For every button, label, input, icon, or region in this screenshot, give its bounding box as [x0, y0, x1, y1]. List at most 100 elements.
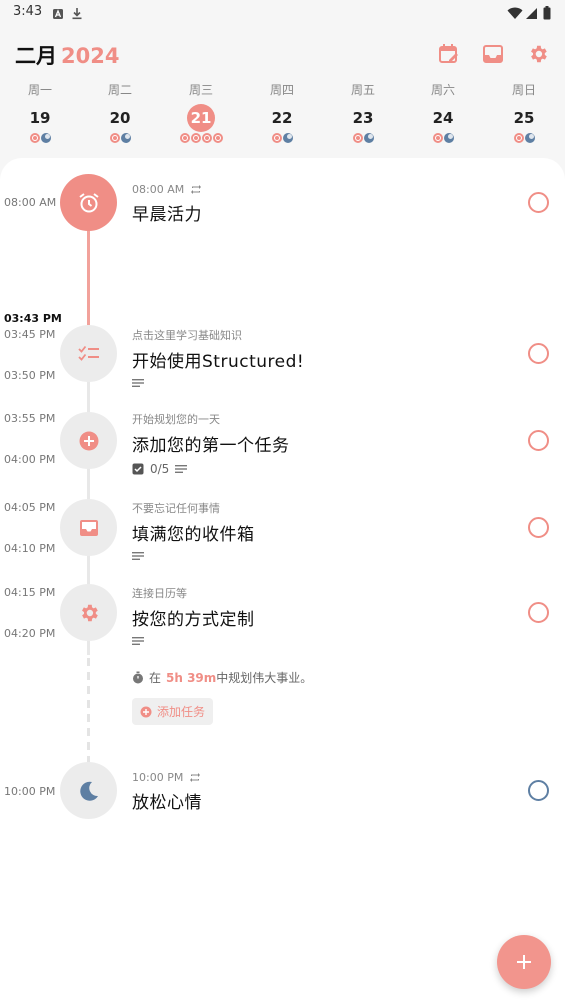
add-task-fab[interactable]	[497, 935, 551, 989]
week-strip: 周一 19 周二 20 周三 21 周四 22 周五 23 周六 24 周日 2…	[0, 80, 565, 150]
morning-dot-icon	[29, 133, 40, 143]
night-dot-icon	[40, 133, 51, 143]
day-indicators	[242, 133, 322, 143]
day-indicators	[161, 133, 241, 143]
task-subtitle: 08:00 AM	[132, 183, 505, 196]
plus-circle-icon	[79, 431, 98, 450]
weekday-label: 周四	[269, 83, 294, 97]
task-end-time: 03:50 PM	[4, 369, 56, 382]
repeat-icon	[190, 773, 201, 782]
task-title: 按您的方式定制	[132, 610, 255, 630]
task-dot-icon	[179, 133, 190, 143]
task-complete-checkbox[interactable]	[528, 517, 549, 538]
task-node[interactable]	[60, 325, 117, 382]
task-time-text: 10:00 PM	[132, 771, 184, 784]
free-duration: 5h 39m	[166, 670, 217, 685]
task-time-text: 08:00 AM	[132, 183, 185, 196]
day-thu[interactable]: 周四 22	[242, 80, 322, 143]
task-node[interactable]	[60, 412, 117, 469]
notes-icon	[132, 637, 144, 645]
morning-dot-icon	[513, 133, 524, 143]
day-tue[interactable]: 周二 20	[80, 80, 160, 143]
app-header: 二月 2024	[0, 34, 565, 74]
task-node[interactable]	[60, 762, 117, 819]
task-start-time: 04:05 PM	[4, 501, 56, 514]
task-subtitle: 10:00 PM	[132, 771, 505, 784]
night-dot-icon	[443, 133, 454, 143]
task-title: 开始使用Structured!	[132, 352, 305, 372]
task-node[interactable]	[60, 499, 117, 556]
month-year-title[interactable]: 二月 2024	[15, 40, 119, 70]
month-label: 二月	[15, 44, 57, 68]
timeline-progress-line	[87, 225, 90, 325]
day-sun[interactable]: 周日 25	[484, 80, 564, 143]
task-subtitle: 连接日历等	[132, 587, 187, 600]
plus-circle-icon	[140, 706, 152, 717]
weekday-label: 周五	[350, 83, 375, 97]
date-number: 25	[513, 109, 535, 127]
task-start-time: 04:15 PM	[4, 586, 56, 599]
notes-icon	[132, 379, 144, 387]
notes-icon	[175, 465, 188, 473]
task-complete-checkbox[interactable]	[528, 343, 549, 364]
task-complete-checkbox[interactable]	[528, 602, 549, 623]
add-task-chip-button[interactable]: 添加任务	[132, 698, 214, 725]
night-dot-icon	[524, 133, 535, 143]
task-complete-checkbox[interactable]	[528, 430, 549, 451]
task-item[interactable]: 连接日历等 按您的方式定制	[132, 585, 505, 646]
day-wed-selected[interactable]: 周三 21	[161, 80, 241, 143]
plus-icon	[517, 955, 531, 969]
inbox-icon	[79, 519, 98, 536]
task-start-time: 10:00 PM	[4, 785, 56, 798]
plan-suffix: 中规划伟大事业。	[216, 671, 313, 685]
task-title: 放松心情	[132, 793, 202, 813]
weekday-label: 周二	[107, 83, 132, 97]
free-time-hint: 在 5h 39m 中规划伟大事业。	[132, 669, 312, 686]
date-number: 23	[352, 109, 374, 127]
task-node[interactable]	[60, 174, 117, 231]
inbox-button[interactable]	[479, 40, 507, 68]
timeline-gap-line	[87, 658, 90, 766]
task-item[interactable]: 08:00 AM 早晨活力	[132, 183, 505, 225]
day-indicators	[0, 133, 80, 143]
task-item[interactable]: 点击这里学习基础知识 开始使用Structured!	[132, 327, 505, 388]
settings-button[interactable]	[524, 40, 552, 68]
calendar-button[interactable]	[435, 40, 463, 68]
night-dot-icon	[282, 133, 293, 143]
night-dot-icon	[363, 133, 374, 143]
task-subtitle: 不要忘记任何事情	[132, 502, 220, 515]
date-number: 24	[432, 109, 454, 127]
task-end-time: 04:10 PM	[4, 542, 56, 555]
task-item[interactable]: 不要忘记任何事情 填满您的收件箱	[132, 500, 505, 561]
day-sat[interactable]: 周六 24	[403, 80, 483, 143]
app-notification-icon	[52, 5, 64, 24]
status-bar: 3:43	[0, 0, 565, 26]
signal-icon	[525, 5, 538, 24]
date-number: 19	[29, 109, 51, 127]
year-label: 2024	[61, 44, 120, 68]
task-complete-checkbox[interactable]	[528, 192, 549, 213]
task-meta: 0/5	[132, 462, 505, 476]
weekday-label: 周一	[27, 83, 52, 97]
task-meta	[132, 378, 505, 388]
task-start-time: 03:45 PM	[4, 328, 56, 341]
task-title: 添加您的第一个任务	[132, 436, 290, 456]
task-item[interactable]: 10:00 PM 放松心情	[132, 771, 505, 813]
weekday-label: 周日	[511, 83, 536, 97]
morning-dot-icon	[432, 133, 443, 143]
task-item[interactable]: 开始规划您的一天 添加您的第一个任务 0/5	[132, 411, 505, 476]
task-node[interactable]	[60, 584, 117, 641]
date-number: 22	[271, 109, 293, 127]
notes-icon	[132, 552, 144, 560]
day-mon[interactable]: 周一 19	[0, 80, 80, 143]
task-end-time: 04:20 PM	[4, 627, 56, 640]
day-fri[interactable]: 周五 23	[323, 80, 403, 143]
task-title: 填满您的收件箱	[132, 525, 255, 545]
morning-dot-icon	[109, 133, 120, 143]
morning-dot-icon	[352, 133, 363, 143]
task-subtitle: 开始规划您的一天	[132, 413, 220, 426]
weekday-label: 周三	[188, 83, 213, 97]
task-complete-checkbox[interactable]	[528, 780, 549, 801]
task-meta	[132, 551, 505, 561]
task-subtitle: 点击这里学习基础知识	[132, 329, 242, 342]
